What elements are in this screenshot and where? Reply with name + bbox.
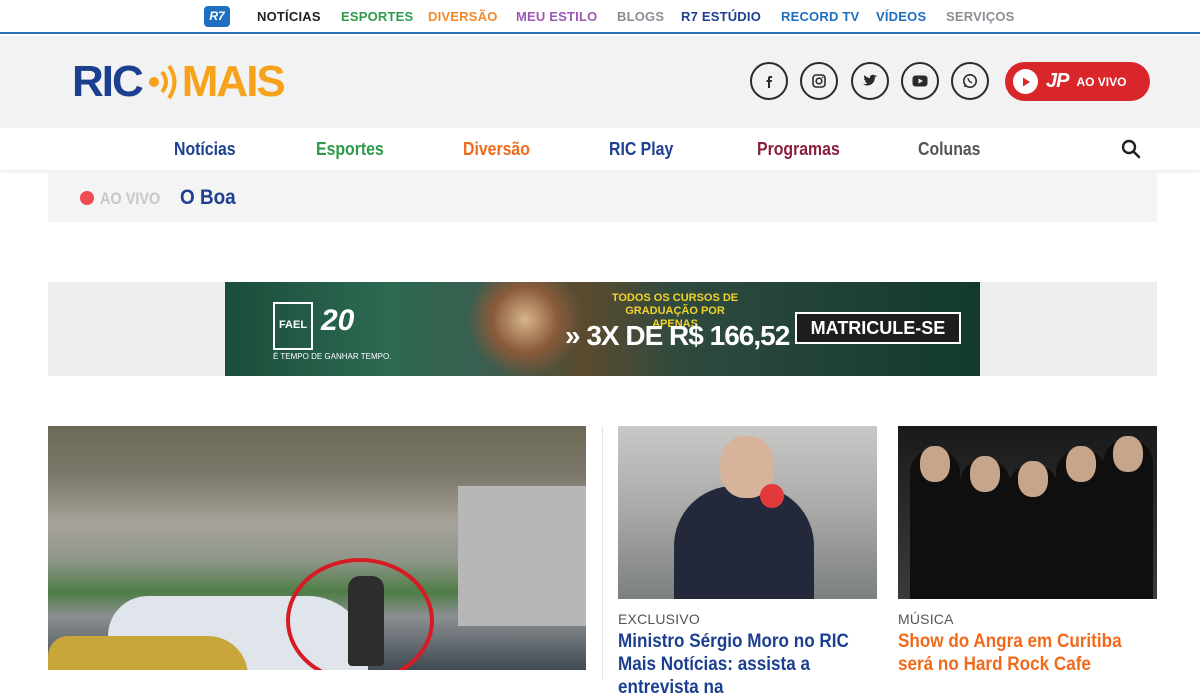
r7-nav-meu-estilo[interactable]: MEU ESTILO	[516, 9, 597, 24]
youtube-icon[interactable]	[901, 62, 939, 100]
column-divider	[602, 426, 603, 680]
logo-ric-text: RIC	[72, 57, 144, 106]
fael-ad-banner[interactable]: FAEL 20 É TEMPO DE GANHAR TEMPO. TODOS O…	[225, 282, 980, 376]
search-icon[interactable]	[1120, 138, 1142, 160]
live-show-name[interactable]: O Boa	[180, 186, 236, 210]
article-image-angra[interactable]	[898, 426, 1157, 599]
article-title-moro[interactable]: Ministro Sérgio Moro no RIC Mais Notícia…	[618, 630, 879, 699]
r7-nav-esportes[interactable]: ESPORTES	[341, 9, 413, 24]
nav-diversao[interactable]: Diversão	[463, 139, 530, 160]
nav-colunas[interactable]: Colunas	[918, 139, 980, 160]
article-kicker: EXCLUSIVO	[618, 611, 700, 627]
r7-logo[interactable]: R7	[204, 6, 230, 27]
r7-nav-blogs[interactable]: BLOGS	[617, 9, 664, 24]
live-button[interactable]: JP AO VIVO	[1005, 62, 1150, 101]
whatsapp-icon[interactable]	[951, 62, 989, 100]
instagram-icon[interactable]	[800, 62, 838, 100]
r7-top-bar: R7 NOTÍCIAS ESPORTES DIVERSÃO MEU ESTILO…	[0, 0, 1200, 34]
r7-nav-record-tv[interactable]: RECORD TV	[781, 9, 859, 24]
ad-cta-button[interactable]: MATRICULE-SE	[795, 312, 961, 344]
fael-logo: FAEL	[273, 302, 313, 350]
r7-nav-r7-estudio[interactable]: R7 ESTÚDIO	[681, 9, 761, 24]
microphone-icon	[760, 484, 784, 508]
nav-programas[interactable]: Programas	[757, 139, 840, 160]
facebook-icon[interactable]	[750, 62, 788, 100]
article-kicker: MÚSICA	[898, 611, 954, 627]
nav-ric-play[interactable]: RIC Play	[609, 139, 673, 160]
ad-price: » 3X DE R$ 166,52	[565, 320, 790, 351]
logo-waves-icon	[148, 64, 177, 100]
nav-esportes[interactable]: Esportes	[316, 139, 384, 160]
article-image-moro[interactable]	[618, 426, 877, 599]
main-nav: Notícias Esportes Diversão RIC Play Prog…	[0, 128, 1200, 170]
r7-nav-noticias[interactable]: NOTÍCIAS	[257, 9, 321, 24]
ric-mais-logo[interactable]: RIC MAIS	[72, 56, 286, 108]
ad-anniversary-badge: 20	[321, 304, 355, 337]
nav-noticias[interactable]: Notícias	[174, 139, 236, 160]
image-highlight-circle	[286, 558, 434, 670]
live-dot-icon	[80, 191, 94, 205]
live-button-label: AO VIVO	[1076, 74, 1127, 89]
r7-nav-videos[interactable]: VÍDEOS	[876, 9, 926, 24]
jovem-pan-logo: JP	[1046, 70, 1069, 92]
main-article-image[interactable]	[48, 426, 586, 670]
ad-tagline: É TEMPO DE GANHAR TEMPO.	[273, 352, 392, 361]
logo-mais-text: MAIS	[181, 57, 286, 106]
r7-nav-diversao[interactable]: DIVERSÃO	[428, 9, 498, 24]
r7-nav-servicos[interactable]: SERVIÇOS	[946, 9, 1015, 24]
image-suit	[674, 486, 814, 599]
site-header: RIC MAIS JP AO VIVO	[0, 36, 1200, 128]
live-now-label: AO VIVO	[100, 189, 161, 208]
play-icon	[1013, 69, 1038, 94]
twitter-icon[interactable]	[851, 62, 889, 100]
image-wall	[458, 486, 586, 626]
live-now-strip[interactable]: AO VIVO O Boa	[48, 172, 1157, 222]
article-title-angra[interactable]: Show do Angra em Curitiba será no Hard R…	[898, 630, 1141, 676]
image-yellow-car	[48, 636, 248, 670]
